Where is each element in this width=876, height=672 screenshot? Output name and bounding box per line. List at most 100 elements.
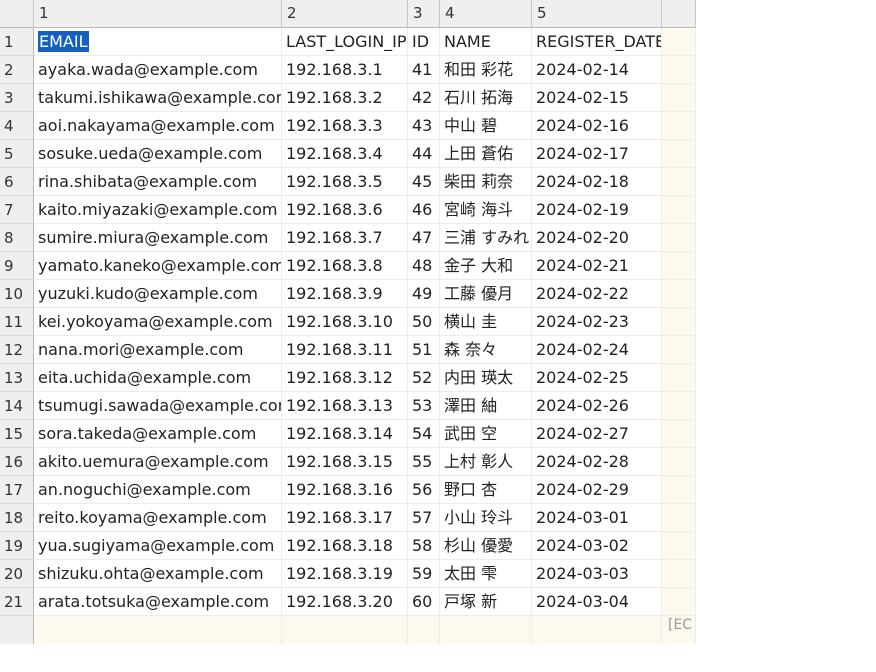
data-cell[interactable]: an.noguchi@example.com <box>34 476 282 504</box>
row-header-3[interactable]: 3 <box>0 84 34 112</box>
data-cell[interactable]: 横山 圭 <box>440 308 532 336</box>
data-cell[interactable]: 2024-02-15 <box>532 84 662 112</box>
data-cell[interactable]: 59 <box>408 560 440 588</box>
data-cell[interactable]: tsumugi.sawada@example.com <box>34 392 282 420</box>
row-header-13[interactable]: 13 <box>0 364 34 392</box>
data-cell[interactable]: sumire.miura@example.com <box>34 224 282 252</box>
data-cell[interactable]: 44 <box>408 140 440 168</box>
field-name-cell-1[interactable]: EMAIL <box>34 28 282 56</box>
data-cell[interactable]: 2024-03-04 <box>532 588 662 616</box>
data-cell[interactable]: 野口 杏 <box>440 476 532 504</box>
data-cell[interactable]: 澤田 紬 <box>440 392 532 420</box>
data-cell[interactable]: sosuke.ueda@example.com <box>34 140 282 168</box>
row-header-16[interactable]: 16 <box>0 448 34 476</box>
data-cell[interactable]: 55 <box>408 448 440 476</box>
row-header-1[interactable]: 1 <box>0 28 34 56</box>
data-cell[interactable]: 宮崎 海斗 <box>440 196 532 224</box>
data-cell[interactable]: 192.168.3.2 <box>282 84 408 112</box>
row-header-2[interactable]: 2 <box>0 56 34 84</box>
data-cell[interactable]: kei.yokoyama@example.com <box>34 308 282 336</box>
data-cell[interactable]: 2024-02-26 <box>532 392 662 420</box>
data-cell[interactable]: 小山 玲斗 <box>440 504 532 532</box>
field-name-cell-5[interactable]: REGISTER_DATE <box>532 28 662 56</box>
data-cell[interactable]: 53 <box>408 392 440 420</box>
data-cell[interactable]: 2024-02-16 <box>532 112 662 140</box>
data-cell[interactable]: 2024-02-14 <box>532 56 662 84</box>
data-cell[interactable]: 46 <box>408 196 440 224</box>
corner-header[interactable] <box>0 0 34 28</box>
data-cell[interactable]: akito.uemura@example.com <box>34 448 282 476</box>
field-name-cell-2[interactable]: LAST_LOGIN_IP <box>282 28 408 56</box>
data-cell[interactable]: 54 <box>408 420 440 448</box>
data-cell[interactable]: 192.168.3.3 <box>282 112 408 140</box>
data-cell[interactable]: 48 <box>408 252 440 280</box>
data-cell[interactable]: 三浦 すみれ <box>440 224 532 252</box>
data-cell[interactable]: 工藤 優月 <box>440 280 532 308</box>
row-header-14[interactable]: 14 <box>0 392 34 420</box>
data-cell[interactable]: 柴田 莉奈 <box>440 168 532 196</box>
data-cell[interactable]: reito.koyama@example.com <box>34 504 282 532</box>
data-cell[interactable]: 42 <box>408 84 440 112</box>
data-cell[interactable]: 192.168.3.16 <box>282 476 408 504</box>
data-cell[interactable]: eita.uchida@example.com <box>34 364 282 392</box>
field-name-cell-3[interactable]: ID <box>408 28 440 56</box>
row-header-11[interactable]: 11 <box>0 308 34 336</box>
data-cell[interactable]: 石川 拓海 <box>440 84 532 112</box>
field-name-cell-4[interactable]: NAME <box>440 28 532 56</box>
data-cell[interactable]: 2024-02-22 <box>532 280 662 308</box>
data-cell[interactable]: nana.mori@example.com <box>34 336 282 364</box>
data-cell[interactable]: yuzuki.kudo@example.com <box>34 280 282 308</box>
data-cell[interactable]: 192.168.3.18 <box>282 532 408 560</box>
data-cell[interactable]: 内田 瑛太 <box>440 364 532 392</box>
row-header-18[interactable]: 18 <box>0 504 34 532</box>
data-cell[interactable]: 2024-02-20 <box>532 224 662 252</box>
data-cell[interactable]: takumi.ishikawa@example.com <box>34 84 282 112</box>
column-header-1[interactable]: 1 <box>34 0 282 28</box>
row-header-21[interactable]: 21 <box>0 588 34 616</box>
row-header-8[interactable]: 8 <box>0 224 34 252</box>
data-cell[interactable]: 2024-02-18 <box>532 168 662 196</box>
data-cell[interactable]: 2024-02-28 <box>532 448 662 476</box>
data-cell[interactable]: 2024-02-27 <box>532 420 662 448</box>
data-cell[interactable]: 2024-03-01 <box>532 504 662 532</box>
data-cell[interactable]: yamato.kaneko@example.com <box>34 252 282 280</box>
row-header-4[interactable]: 4 <box>0 112 34 140</box>
data-cell[interactable]: 60 <box>408 588 440 616</box>
data-cell[interactable]: 192.168.3.7 <box>282 224 408 252</box>
row-header-5[interactable]: 5 <box>0 140 34 168</box>
data-cell[interactable]: 森 奈々 <box>440 336 532 364</box>
column-header-4[interactable]: 4 <box>440 0 532 28</box>
data-cell[interactable]: sora.takeda@example.com <box>34 420 282 448</box>
row-header-15[interactable]: 15 <box>0 420 34 448</box>
row-header-7[interactable]: 7 <box>0 196 34 224</box>
data-cell[interactable]: 2024-02-25 <box>532 364 662 392</box>
data-cell[interactable]: 192.168.3.14 <box>282 420 408 448</box>
data-cell[interactable]: 2024-02-24 <box>532 336 662 364</box>
data-cell[interactable]: 43 <box>408 112 440 140</box>
data-cell[interactable]: 上田 蒼佑 <box>440 140 532 168</box>
data-cell[interactable]: 武田 空 <box>440 420 532 448</box>
data-cell[interactable]: 192.168.3.9 <box>282 280 408 308</box>
data-cell[interactable]: 192.168.3.12 <box>282 364 408 392</box>
data-cell[interactable]: 2024-02-29 <box>532 476 662 504</box>
data-cell[interactable]: 192.168.3.8 <box>282 252 408 280</box>
data-cell[interactable]: 41 <box>408 56 440 84</box>
data-cell[interactable]: 192.168.3.20 <box>282 588 408 616</box>
data-cell[interactable]: 47 <box>408 224 440 252</box>
row-header-19[interactable]: 19 <box>0 532 34 560</box>
data-cell[interactable]: 51 <box>408 336 440 364</box>
data-cell[interactable]: 45 <box>408 168 440 196</box>
data-cell[interactable]: 和田 彩花 <box>440 56 532 84</box>
data-cell[interactable]: 2024-03-02 <box>532 532 662 560</box>
data-cell[interactable]: shizuku.ohta@example.com <box>34 560 282 588</box>
row-header-12[interactable]: 12 <box>0 336 34 364</box>
data-cell[interactable]: 56 <box>408 476 440 504</box>
data-cell[interactable]: 192.168.3.5 <box>282 168 408 196</box>
data-cell[interactable]: 192.168.3.10 <box>282 308 408 336</box>
data-cell[interactable]: 上村 彰人 <box>440 448 532 476</box>
data-cell[interactable]: 192.168.3.17 <box>282 504 408 532</box>
data-cell[interactable]: 50 <box>408 308 440 336</box>
data-cell[interactable]: 192.168.3.19 <box>282 560 408 588</box>
data-cell[interactable]: rina.shibata@example.com <box>34 168 282 196</box>
row-header-17[interactable]: 17 <box>0 476 34 504</box>
